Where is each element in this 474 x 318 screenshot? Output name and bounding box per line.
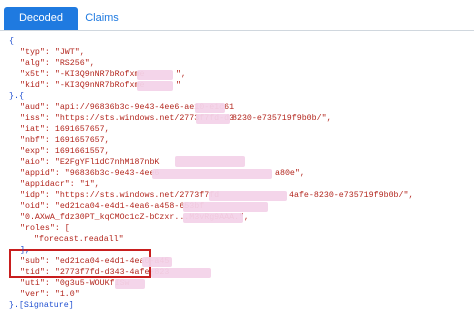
- json-text: 4afe-8230-e735719f9b0b/",: [289, 191, 414, 200]
- json-line: "kid": "-KI3Q9nNR7bRofxme: [20, 80, 144, 91]
- json-text: "tid": "2773f7fd-d343-4afe-823: [20, 268, 170, 277]
- json-line: ],: [20, 246, 30, 255]
- redaction-blur: [175, 156, 245, 167]
- redaction-blur: [196, 114, 230, 124]
- json-text: "iat": 1691657657,: [20, 125, 110, 134]
- json-text: "aio": "E2FgYFl1dC7nhM187nbK: [20, 158, 160, 167]
- json-text: "typ": "JWT",: [20, 48, 85, 57]
- json-text: ",: [176, 70, 186, 79]
- json-line: "ver": "1.0": [20, 289, 80, 300]
- json-line: "x5t": "-KI3Q9nNR7bRofxme: [20, 69, 144, 80]
- json-text: "nbf": 1691657657,: [20, 136, 110, 145]
- json-text: "x5t": "-KI3Q9nNR7bRofxme: [20, 70, 145, 79]
- json-line: "roles": [: [20, 223, 70, 234]
- redaction-blur: [209, 191, 287, 201]
- json-line: "appidacr": "1",: [20, 179, 100, 190]
- json-line-tail: ",: [176, 69, 186, 80]
- json-text: "uti": "0g3u5-WOUKfISw: [20, 279, 130, 288]
- tab-decoded-token[interactable]: Decoded Token: [4, 7, 78, 47]
- json-line-tail: 4afe-8230-e735719f9b0b/",: [289, 190, 413, 201]
- json-text: "kid": "-KI3Q9nNR7bRofxme: [20, 81, 145, 90]
- json-line: "uti": "0g3u5-WOUKfISw: [20, 278, 130, 289]
- redaction-blur: [137, 70, 173, 80]
- json-line: "typ": "JWT",: [20, 47, 85, 58]
- tab-bar: Decoded Token Claims: [0, 0, 474, 47]
- json-line: "nbf": 1691657657,: [20, 135, 110, 146]
- tab-claims[interactable]: Claims: [78, 7, 126, 30]
- json-line: "appid": "96836b3c-9e43-4ee6: [20, 168, 159, 179]
- decoded-token-panel: { "typ": "JWT", "alg": "RS256", "x5t": "…: [0, 30, 474, 318]
- json-text: 8230-e735719f9b0b/",: [232, 114, 332, 123]
- json-text: a80e",: [275, 169, 305, 178]
- redaction-blur: [142, 257, 172, 267]
- json-text: "forecast.readall": [34, 235, 124, 244]
- json-line: "iat": 1691657657,: [20, 124, 110, 135]
- json-line-tail: 8230-e735719f9b0b/",: [232, 113, 332, 124]
- json-text: "ver": "1.0": [20, 290, 80, 299]
- json-line: "oid": "ed21ca04-e4d1-4ea6-a458-653bf: [20, 201, 204, 212]
- json-line: "alg": "RS256",: [20, 58, 95, 69]
- redaction-blur: [183, 202, 268, 212]
- json-line: }.{: [9, 92, 24, 101]
- json-text: "idp": "https://sts.windows.net/2773f7fd: [20, 191, 220, 200]
- json-line: "aio": "E2FgYFl1dC7nhM187nbK: [20, 157, 159, 168]
- redaction-blur: [183, 213, 243, 223]
- json-line-tail: ": [176, 80, 181, 91]
- json-line: "exp": 1691661557,: [20, 146, 110, 157]
- json-text: "appid": "96836b3c-9e43-4ee6: [20, 169, 160, 178]
- json-text: "roles": [: [20, 224, 70, 233]
- json-line: "tid": "2773f7fd-d343-4afe-823: [20, 267, 169, 278]
- json-line: {: [9, 37, 14, 46]
- redaction-blur: [195, 103, 225, 113]
- json-text: "oid": "ed21ca04-e4d1-4ea6-a458-653bf: [20, 202, 205, 211]
- redaction-blur: [115, 279, 145, 289]
- redaction-blur: [152, 169, 272, 179]
- json-text: "alg": "RS256",: [20, 59, 95, 68]
- json-text: "appidacr": "1",: [20, 180, 100, 189]
- redaction-blur: [137, 81, 173, 91]
- json-line: "idp": "https://sts.windows.net/2773f7fd: [20, 190, 219, 201]
- jwt-decoder-window: Decoded Token Claims { "typ": "JWT", "al…: [0, 0, 474, 318]
- redaction-blur: [151, 268, 211, 278]
- signature-line: }.[Signature]: [9, 301, 74, 310]
- json-line-tail: a80e",: [275, 168, 305, 179]
- json-line: "forecast.readall": [34, 234, 124, 245]
- json-text: ": [176, 81, 181, 90]
- json-text: "exp": 1691661557,: [20, 147, 110, 156]
